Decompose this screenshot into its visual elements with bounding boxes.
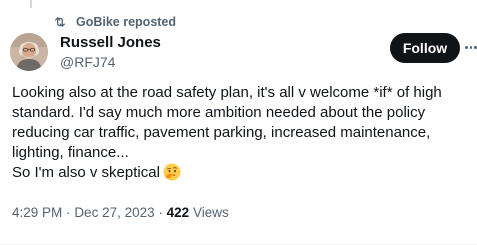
post-text: Looking also at the road safety plan, it… [12, 83, 474, 187]
author-handle[interactable]: @RFJ74 [60, 54, 115, 70]
views-label: Views [192, 205, 229, 220]
meta-separator: · [66, 205, 71, 220]
repost-icon [53, 15, 67, 29]
post-line: standard. I'd say much more ambition nee… [12, 104, 426, 121]
post-date[interactable]: Dec 27, 2023 [74, 205, 154, 220]
user-avatar[interactable] [10, 33, 48, 71]
thread-connector-line [30, 0, 32, 8]
author-name[interactable]: Russell Jones [60, 34, 161, 51]
views-count: 422 [166, 205, 190, 220]
post-line: lighting, finance... [12, 144, 129, 161]
repost-indicator: GoBike reposted [53, 14, 176, 30]
post-line: reducing car traffic, pavement parking, … [12, 124, 431, 141]
post-meta: 4:29 PM · Dec 27, 2023 · 422 Views [12, 205, 229, 220]
post-line: Looking also at the road safety plan, it… [12, 84, 442, 101]
post-line: So I'm also v skeptical [12, 164, 160, 181]
more-horizontal-icon[interactable] [465, 36, 477, 58]
thinking-face-emoji [163, 163, 181, 187]
meta-separator: · [158, 205, 163, 220]
post-line-last: So I'm also v skeptical [12, 163, 474, 187]
repost-label[interactable]: GoBike reposted [76, 15, 176, 29]
post-time[interactable]: 4:29 PM [12, 205, 62, 220]
follow-button[interactable]: Follow [390, 33, 460, 63]
